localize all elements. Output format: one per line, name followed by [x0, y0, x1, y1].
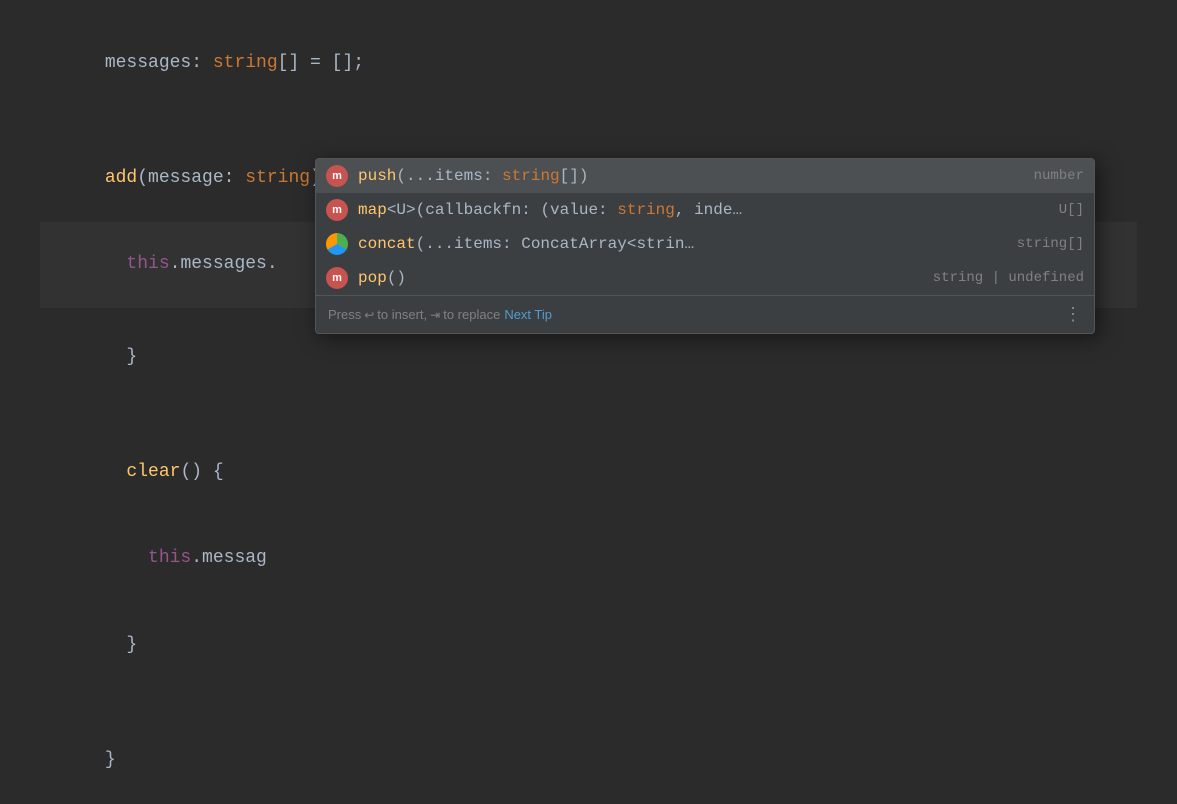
autocomplete-item-pop-name: pop()	[358, 269, 923, 287]
press-label: Press	[328, 307, 361, 322]
autocomplete-item-map-type: U[]	[1059, 202, 1084, 218]
autocomplete-item-push-name: push(...items: string[])	[358, 167, 1024, 185]
autocomplete-item-push[interactable]: m push(...items: string[]) number	[316, 159, 1094, 193]
code-line-1: messages: string[] = [];	[40, 20, 1137, 106]
to-insert-label: to insert,	[377, 307, 427, 322]
code-line-9: }	[40, 602, 1137, 688]
code-editor: messages: string[] = []; add(message: st…	[0, 0, 1177, 589]
autocomplete-item-concat[interactable]: concat(...items: ConcatArray<strin… stri…	[316, 227, 1094, 261]
autocomplete-popup: m push(...items: string[]) number m map<…	[315, 158, 1095, 334]
tab-key-symbol: ⇥	[430, 308, 440, 322]
method-icon-push: m	[326, 165, 348, 187]
enter-key-symbol: ↩	[364, 308, 374, 322]
autocomplete-item-pop[interactable]: m pop() string | undefined	[316, 261, 1094, 295]
method-icon-map: m	[326, 199, 348, 221]
autocomplete-item-map-name: map<U>(callbackfn: (value: string, inde…	[358, 201, 1049, 219]
code-line-blank3	[40, 688, 1137, 717]
autocomplete-item-pop-type: string | undefined	[933, 270, 1084, 286]
autocomplete-item-map[interactable]: m map<U>(callbackfn: (value: string, ind…	[316, 193, 1094, 227]
more-options-icon[interactable]: ⋮	[1064, 304, 1082, 325]
autocomplete-item-concat-name: concat(...items: ConcatArray<strin…	[358, 235, 1007, 253]
concat-icon	[326, 233, 348, 255]
autocomplete-item-concat-type: string[]	[1017, 236, 1084, 252]
autocomplete-footer: Press ↩ to insert, ⇥ to replace Next Tip…	[316, 295, 1094, 333]
autocomplete-item-push-type: number	[1034, 168, 1084, 184]
code-line-blank1	[40, 106, 1137, 135]
code-line-11: }	[40, 717, 1137, 803]
code-line-blank2	[40, 400, 1137, 429]
to-replace-label: to replace	[443, 307, 500, 322]
next-tip-button[interactable]: Next Tip	[504, 307, 552, 322]
method-icon-pop: m	[326, 267, 348, 289]
code-line-7: clear() {	[40, 429, 1137, 515]
